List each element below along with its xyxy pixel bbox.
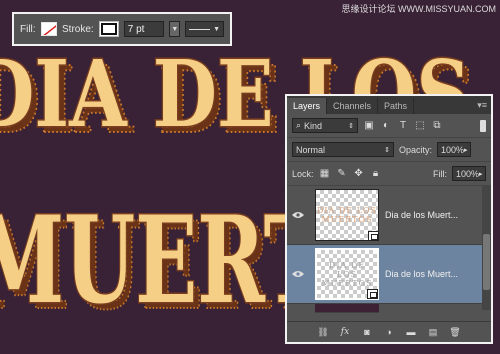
layer-thumbnail: DIA DE LOS MUERTOS	[315, 189, 379, 241]
new-group-icon[interactable]: ▬	[405, 326, 417, 338]
lock-label: Lock:	[292, 168, 314, 179]
lock-pixels-icon[interactable]: ✎	[336, 168, 348, 180]
stroke-label: Stroke:	[62, 23, 94, 35]
opacity-value: 100%	[441, 144, 465, 155]
filter-row: ⌕ Kind ⇕ ▣ ◐ T ⬚ ⧉	[287, 114, 491, 138]
stroke-width-dropdown-icon[interactable]: ▼	[169, 21, 181, 37]
link-layers-icon[interactable]: ⛓	[317, 326, 329, 338]
layer-row-partial[interactable]	[315, 304, 379, 313]
stroke-color-swatch-icon[interactable]	[98, 21, 119, 37]
blend-mode-value: Normal	[296, 144, 326, 155]
chevron-right-icon: ▸	[479, 170, 483, 178]
tab-channels[interactable]: Channels	[327, 98, 379, 114]
tab-layers[interactable]: Layers	[287, 98, 328, 114]
panel-menu-icon[interactable]: ▾≡	[477, 100, 491, 114]
trash-icon[interactable]: 🗑︎	[449, 326, 461, 338]
fill-label: Fill:	[20, 23, 36, 35]
eye-icon[interactable]	[287, 270, 309, 278]
layer-row[interactable]: DIA DE LOS MUERTOS Dia de los Muert...	[287, 186, 491, 245]
opacity-field[interactable]: 100% ▸	[437, 142, 472, 157]
layers-panel: Layers Channels Paths ▾≡ ⌕ Kind ⇕ ▣ ◐ T …	[285, 94, 493, 344]
tab-paths[interactable]: Paths	[378, 98, 415, 114]
smart-object-filter-icon[interactable]: ⧉	[431, 120, 443, 132]
layer-thumbnail: DIA DE LOS MUERTOS	[315, 248, 379, 300]
opacity-label: Opacity:	[399, 144, 433, 155]
shape-filter-icon[interactable]: ⬚	[414, 120, 426, 132]
type-filter-icon[interactable]: T	[397, 120, 409, 132]
eye-icon[interactable]	[287, 211, 309, 219]
lock-position-icon[interactable]: ✥	[353, 168, 365, 180]
add-mask-icon[interactable]: ◙	[361, 326, 373, 338]
layer-list-scrollbar[interactable]	[482, 186, 491, 310]
smart-object-badge-icon	[367, 289, 378, 299]
layer-name[interactable]: Dia de los Muert...	[385, 269, 458, 279]
watermark-text: 思缘设计论坛 WWW.MISSYUAN.COM	[341, 4, 497, 14]
chevron-down-icon: ⇕	[384, 146, 390, 154]
adjustment-filter-icon[interactable]: ◐	[380, 120, 392, 132]
layer-name[interactable]: Dia de los Muert...	[385, 210, 458, 220]
pixel-filter-icon[interactable]: ▣	[363, 120, 375, 132]
layer-list: DIA DE LOS MUERTOS Dia de los Muert... DI…	[287, 186, 491, 313]
filter-kind-dropdown[interactable]: ⌕ Kind ⇕	[292, 118, 358, 133]
filter-kind-label: Kind	[304, 120, 323, 131]
smart-object-badge-icon	[368, 231, 379, 241]
fill-label: Fill:	[433, 168, 447, 179]
layer-row-selected[interactable]: DIA DE LOS MUERTOS Dia de los Muert...	[287, 245, 491, 304]
chevron-down-icon: ⇕	[348, 122, 354, 130]
filter-toggle[interactable]	[480, 119, 486, 132]
lock-all-icon[interactable]: 🔒︎	[370, 168, 382, 180]
shape-options-bar: Fill: Stroke: 7 pt ▼ ▼	[12, 12, 232, 46]
stroke-width-field[interactable]: 7 pt	[123, 21, 165, 37]
new-layer-icon[interactable]: ▤	[427, 326, 439, 338]
lock-row: Lock: ▦ ✎ ✥ 🔒︎ Fill: 100% ▸	[287, 162, 491, 186]
panel-tabs: Layers Channels Paths ▾≡	[287, 96, 491, 114]
layers-bottom-toolbar: ⛓ fx ◙ ◑ ▬ ▤ 🗑︎	[287, 321, 491, 342]
chevron-down-icon: ▼	[213, 25, 221, 33]
chevron-right-icon: ▸	[464, 146, 468, 154]
stroke-type-dropdown[interactable]: ▼	[185, 21, 225, 37]
fx-icon[interactable]: fx	[339, 326, 351, 338]
blend-row: Normal ⇕ Opacity: 100% ▸	[287, 138, 491, 162]
no-fill-swatch-icon[interactable]	[40, 22, 58, 36]
search-icon: ⌕	[296, 120, 302, 130]
adjustment-layer-icon[interactable]: ◑	[383, 326, 395, 338]
lock-transparency-icon[interactable]: ▦	[319, 168, 331, 180]
blend-mode-dropdown[interactable]: Normal ⇕	[292, 142, 394, 157]
fill-field[interactable]: 100% ▸	[452, 166, 486, 181]
fill-value: 100%	[456, 168, 480, 179]
